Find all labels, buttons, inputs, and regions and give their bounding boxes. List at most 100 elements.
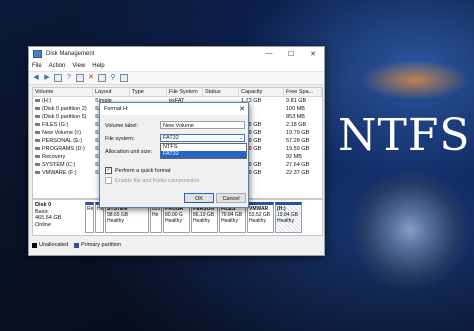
quick-format-checkbox[interactable]: ✓ Perform a quick format bbox=[105, 167, 171, 174]
column-header-layout[interactable]: Layout bbox=[93, 88, 130, 96]
partition-block[interactable]: VMWAR 53.52 GB Healthy bbox=[247, 202, 274, 233]
dialog-close-button[interactable]: ✕ bbox=[236, 105, 248, 113]
volume-name: (Disk 0 partition 2) bbox=[42, 106, 87, 112]
legend: Unallocated Primary partition bbox=[32, 242, 121, 248]
background-glow bbox=[360, 60, 470, 100]
properties-icon[interactable] bbox=[76, 74, 84, 82]
cell-free: 57.28 GB bbox=[286, 138, 310, 144]
volume-icon bbox=[35, 131, 40, 135]
partition-status: Healthy bbox=[107, 218, 124, 224]
legend-primary: Primary partition bbox=[81, 242, 122, 248]
primary-partition-swatch bbox=[74, 242, 80, 248]
volume-name: VMWARE (F:) bbox=[42, 170, 77, 176]
partition-block[interactable]: (H:) 19.84 GB Healthy bbox=[275, 202, 302, 233]
cell-free: 92 MB bbox=[286, 154, 302, 160]
partition-status: He bbox=[152, 212, 159, 218]
disk-list-icon[interactable] bbox=[120, 74, 128, 82]
delete-icon[interactable]: ✕ bbox=[87, 74, 95, 82]
window-title: Disk Management bbox=[46, 51, 95, 57]
volume-name: PERSONAL (E:) bbox=[42, 138, 83, 144]
compression-checkbox[interactable]: Enable file and folder compression bbox=[105, 177, 199, 184]
volume-name: New Volume (I:) bbox=[42, 130, 82, 136]
volume-name: SYSTEM (C:) bbox=[42, 162, 76, 168]
volume-name: (H:) bbox=[42, 98, 52, 104]
console-tree-icon[interactable] bbox=[54, 74, 62, 82]
maximize-button[interactable]: ☐ bbox=[280, 50, 302, 58]
column-header-type[interactable]: Type bbox=[130, 88, 167, 96]
format-dialog-titlebar[interactable]: Format H: ✕ bbox=[100, 103, 248, 115]
hard-drive-platter-image bbox=[350, 170, 470, 290]
chevron-down-icon[interactable]: ⌄ bbox=[239, 135, 243, 142]
cell-free: 19.79 GB bbox=[286, 130, 310, 136]
ntfs-overlay-text: NTFS bbox=[338, 110, 471, 161]
cell-free: 2.18 GB bbox=[286, 122, 307, 128]
volume-icon bbox=[35, 147, 40, 151]
file-system-label: File system: bbox=[105, 136, 135, 142]
menu-file[interactable]: File bbox=[32, 63, 42, 69]
cell-volume: SYSTEM (C:) bbox=[33, 161, 93, 169]
column-header-status[interactable]: Status bbox=[203, 88, 239, 96]
file-system-option-ntfs[interactable]: NTFS bbox=[161, 144, 246, 151]
toolbar: ◀ ▶ ? ✕ ⚲ bbox=[29, 72, 324, 85]
partition-status: Healthy bbox=[277, 218, 294, 224]
forward-arrow-icon[interactable]: ▶ bbox=[43, 74, 51, 82]
compression-label: Enable file and folder compression bbox=[115, 177, 200, 184]
cell-volume: (Disk 0 partition 2) bbox=[33, 105, 93, 113]
column-header-file-system[interactable]: File System bbox=[167, 88, 203, 96]
partition-status: Re bbox=[87, 206, 94, 212]
allocation-unit-size-label: Allocation unit size: bbox=[105, 149, 153, 155]
file-system-option-fat32[interactable]: FAT32 bbox=[161, 151, 246, 158]
quick-format-label: Perform a quick format bbox=[115, 167, 171, 174]
back-arrow-icon[interactable]: ◀ bbox=[32, 74, 40, 82]
column-header-capacity[interactable]: Capacity bbox=[239, 88, 284, 96]
cell-free: 100 MB bbox=[286, 106, 305, 112]
search-icon[interactable]: ⚲ bbox=[109, 74, 117, 82]
cell-volume: VMWARE (F:) bbox=[33, 169, 93, 177]
help-icon[interactable]: ? bbox=[65, 74, 73, 82]
menu-help[interactable]: Help bbox=[92, 63, 104, 69]
ok-button[interactable]: OK bbox=[184, 193, 214, 203]
volume-icon bbox=[35, 99, 40, 103]
cancel-button[interactable]: Cancel bbox=[216, 193, 246, 203]
menu-action[interactable]: Action bbox=[49, 63, 66, 69]
disk-0-info[interactable]: Disk 0 Basic 465.64 GB Online bbox=[35, 202, 83, 228]
volume-icon bbox=[35, 123, 40, 127]
cell-volume: (H:) bbox=[33, 97, 93, 105]
window-titlebar[interactable]: Disk Management — ☐ ✕ bbox=[29, 47, 324, 61]
minimize-button[interactable]: — bbox=[258, 50, 280, 58]
cell-free: 853 MB bbox=[286, 114, 305, 120]
cell-free: 22.37 GB bbox=[286, 170, 310, 176]
cell-free: 19.59 GB bbox=[286, 146, 310, 152]
volume-icon bbox=[35, 107, 40, 111]
cell-volume: PERSONAL (E:) bbox=[33, 137, 93, 145]
format-dialog-title: Format H: bbox=[104, 106, 129, 112]
cell-free: 9.81 GB bbox=[286, 98, 307, 104]
volume-icon bbox=[35, 163, 40, 167]
menu-bar: File Action View Help bbox=[29, 61, 324, 72]
cell-free: 27.64 GB bbox=[286, 162, 310, 168]
cell-volume: Recovery bbox=[33, 153, 93, 161]
file-system-select[interactable]: FAT32 ⌄ bbox=[160, 134, 245, 142]
legend-unallocated: Unallocated bbox=[39, 242, 69, 248]
cell-volume: New Volume (I:) bbox=[33, 129, 93, 137]
cell-volume: FILES (G:) bbox=[33, 121, 93, 129]
folder-icon[interactable] bbox=[98, 74, 106, 82]
checkbox-empty-icon bbox=[105, 177, 112, 184]
volume-name: FILES (G:) bbox=[42, 122, 69, 128]
volume-icon bbox=[35, 171, 40, 175]
file-system-selected-value: FAT32 bbox=[163, 135, 179, 141]
volume-label-input[interactable]: New Volume bbox=[160, 121, 245, 129]
file-system-dropdown: NTFS FAT32 bbox=[160, 143, 247, 159]
cell-volume: PROGRAMS (D:) bbox=[33, 145, 93, 153]
partition-block[interactable]: Re bbox=[85, 202, 94, 233]
column-header-volume[interactable]: Volume bbox=[33, 88, 93, 96]
disk-management-icon bbox=[33, 50, 42, 58]
cell-volume: (Disk 0 partition 5) bbox=[33, 113, 93, 121]
disk-state: Online bbox=[35, 221, 51, 228]
unallocated-swatch bbox=[32, 242, 37, 248]
close-button[interactable]: ✕ bbox=[302, 50, 324, 58]
volume-name: Recovery bbox=[42, 154, 66, 160]
column-header-free-space[interactable]: Free Spa... bbox=[284, 88, 322, 96]
menu-view[interactable]: View bbox=[72, 63, 85, 69]
volume-icon bbox=[35, 155, 40, 159]
